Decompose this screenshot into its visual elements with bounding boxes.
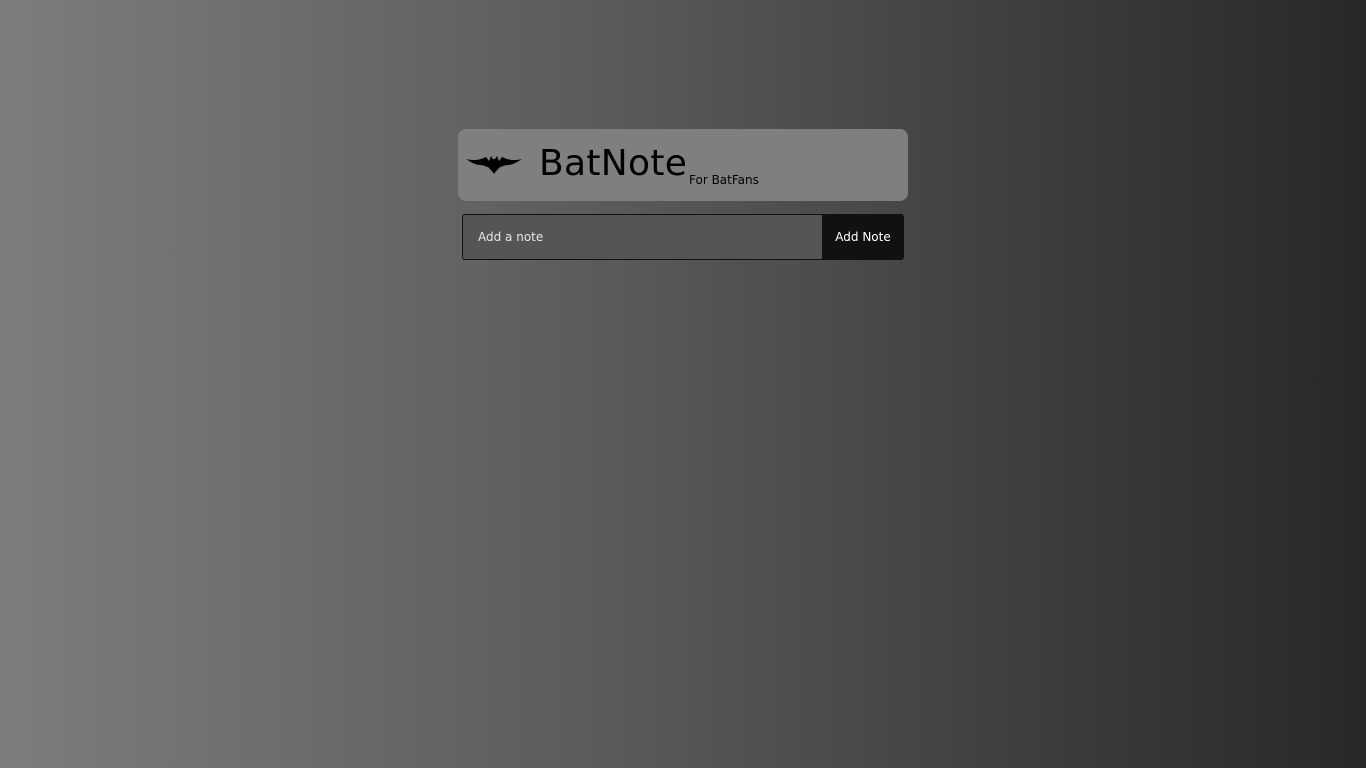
app-subtitle: For BatFans	[689, 173, 759, 187]
bat-logo-icon	[466, 153, 522, 175]
add-note-form: Add Note	[462, 214, 904, 260]
app-header: BatNote For BatFans	[458, 129, 908, 201]
note-input[interactable]	[462, 214, 822, 260]
app-title: BatNote	[539, 143, 688, 184]
add-note-button[interactable]: Add Note	[822, 214, 904, 260]
app-container: BatNote For BatFans Add Note	[458, 129, 908, 260]
